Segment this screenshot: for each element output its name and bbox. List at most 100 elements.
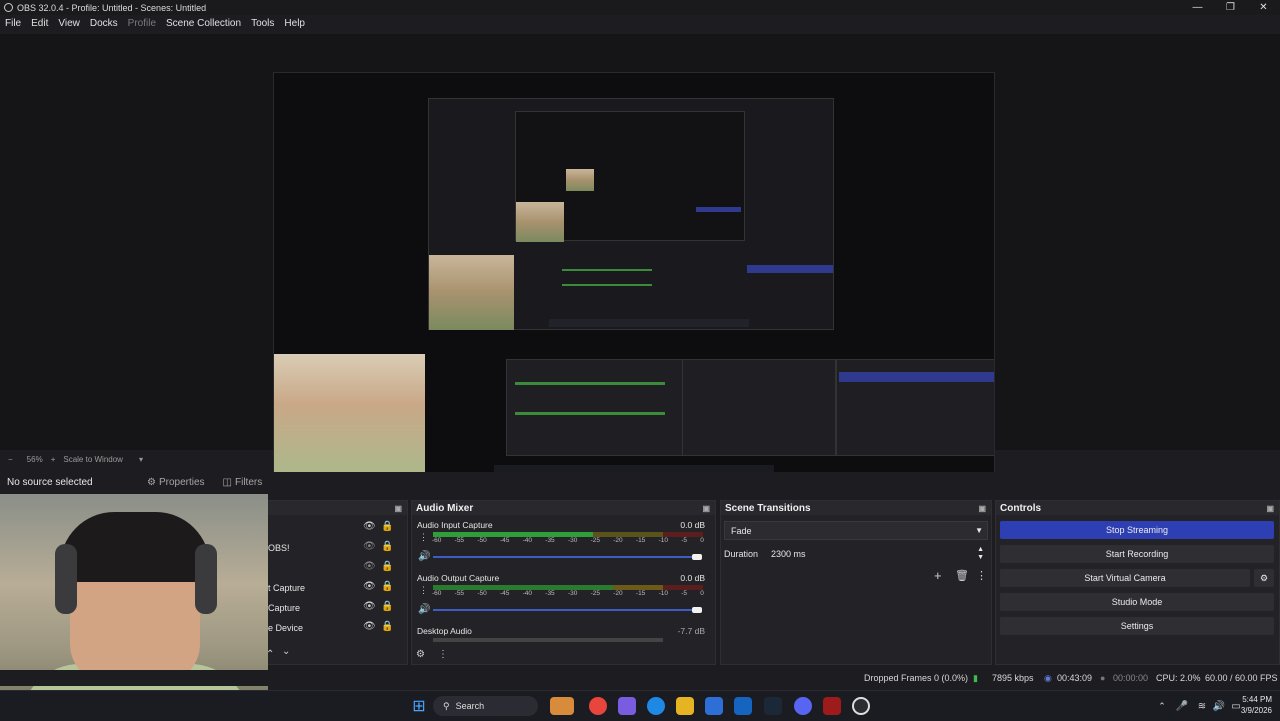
add-transition-icon[interactable]: + (934, 568, 942, 583)
source-item[interactable]: OBS! (268, 543, 290, 553)
undock-icon[interactable]: ▣ (394, 504, 402, 513)
microphone-icon[interactable]: 🎤 (1173, 697, 1191, 715)
tick: -10 (658, 537, 668, 544)
menu-help[interactable]: Help (279, 16, 310, 32)
store-icon[interactable] (705, 697, 723, 715)
taskbar-search[interactable]: ⚲ Search (433, 696, 538, 716)
chevron-up-icon[interactable]: ⌃ (1153, 697, 1171, 715)
volume-icon[interactable]: 🔊 (1210, 697, 1228, 715)
lock-icon[interactable]: 🔒 (381, 521, 393, 532)
nested-webcam-large (274, 354, 425, 479)
menu-tools[interactable]: Tools (246, 16, 279, 32)
lock-icon[interactable]: 🔒 (381, 561, 393, 572)
tick: -45 (499, 590, 510, 597)
channel-name: Desktop Audio (417, 626, 472, 636)
sources-dock-header: ▣ (263, 501, 407, 515)
lock-icon[interactable]: 🔒 (381, 581, 393, 592)
mail-icon[interactable] (734, 697, 752, 715)
channel-menu-icon[interactable]: ⋮ (419, 585, 428, 596)
virtual-camera-settings-icon[interactable]: ⚙ (1254, 569, 1274, 587)
lock-icon[interactable]: 🔒 (381, 621, 393, 632)
scale-mode[interactable]: Scale to Window (63, 455, 123, 464)
transition-value: Fade (731, 525, 752, 536)
menu-view[interactable]: View (53, 16, 85, 32)
zoom-in-button[interactable]: + (51, 455, 56, 464)
tick: -35 (545, 590, 555, 597)
menu-profile[interactable]: Profile (123, 16, 161, 32)
bitrate: 7895 kbps (992, 673, 1034, 683)
nested-controls (836, 359, 994, 456)
source-item[interactable]: Capture (268, 603, 300, 613)
menu-scene-collection[interactable]: Scene Collection (161, 16, 246, 32)
lock-icon[interactable]: 🔒 (381, 541, 393, 552)
source-toolbar: No source selected ⚙ Properties ◫ Filter… (0, 472, 1280, 492)
preview-canvas[interactable] (0, 34, 1280, 480)
start-recording-button[interactable]: Start Recording (1000, 545, 1274, 563)
eye-hidden-icon[interactable]: 👁 (363, 561, 376, 572)
trash-icon[interactable]: 🗑 (955, 569, 969, 582)
copilot-icon[interactable] (618, 697, 636, 715)
mixer-channel-input: Audio Input Capture 0.0 dB (417, 520, 705, 530)
restore-button[interactable]: ❐ (1214, 0, 1247, 15)
nested-audio-mixer (506, 359, 683, 456)
volume-slider[interactable] (433, 609, 697, 611)
tick: -50 (477, 537, 487, 544)
menu-edit[interactable]: Edit (26, 16, 53, 32)
properties-label: Properties (158, 476, 205, 488)
start-virtual-camera-button[interactable]: Start Virtual Camera (1000, 569, 1250, 587)
menu-file[interactable]: File (0, 16, 26, 32)
obs-taskbar-icon[interactable] (852, 697, 870, 715)
chevron-down-icon[interactable]: ⌄ (282, 646, 290, 657)
speaker-icon[interactable]: 🔊 (418, 604, 430, 615)
volume-slider[interactable] (433, 556, 697, 558)
stop-streaming-button[interactable]: Stop Streaming (1000, 521, 1274, 539)
nested-stop-button (696, 207, 741, 212)
eye-hidden-icon[interactable]: 👁 (363, 541, 376, 552)
filters-button[interactable]: ◫ Filters (223, 477, 263, 488)
steam-icon[interactable] (764, 697, 782, 715)
zoom-out-button[interactable]: − (8, 455, 13, 464)
eye-icon[interactable]: 👁 (363, 621, 376, 632)
tick: -35 (545, 537, 555, 544)
eye-icon[interactable]: 👁 (363, 601, 376, 612)
menu-docks[interactable]: Docks (85, 16, 123, 32)
chrome-icon[interactable] (589, 697, 607, 715)
source-item[interactable]: e Device (268, 623, 303, 633)
eye-icon[interactable]: 👁 (363, 521, 376, 532)
tick: -25 (590, 537, 600, 544)
source-item[interactable]: t Capture (268, 583, 305, 593)
file-explorer-icon[interactable] (676, 697, 694, 715)
wifi-icon[interactable]: ≋ (1193, 697, 1211, 715)
settings-button[interactable]: Settings (1000, 617, 1274, 635)
channel-menu-icon[interactable]: ⋮ (419, 532, 428, 543)
discord-icon[interactable] (794, 697, 812, 715)
search-icon: ⚲ (443, 700, 450, 711)
meter-ticks: -60 -55 -50 -45 -40 -35 -30 -25 -20 -15 -10 -5 0 (432, 590, 704, 597)
undock-icon[interactable]: ▣ (978, 504, 986, 513)
edge-icon[interactable] (647, 697, 665, 715)
volume-slider-handle[interactable] (692, 554, 702, 560)
stepper-icon[interactable]: ▲ ▼ (977, 546, 984, 562)
scale-dropdown-icon[interactable]: ▾ (139, 455, 143, 464)
record-icon: ● (1100, 673, 1106, 683)
app-icon[interactable] (823, 697, 841, 715)
record-time: 00:00:00 (1113, 673, 1149, 683)
clock[interactable]: 5:44 PM 3/9/2026 (1228, 694, 1272, 716)
undock-icon[interactable]: ▣ (1266, 504, 1274, 513)
close-button[interactable]: ✕ (1247, 0, 1280, 15)
speaker-icon[interactable]: 🔊 (418, 551, 430, 562)
lock-icon[interactable]: 🔒 (381, 601, 393, 612)
transition-select[interactable]: Fade ▼ (724, 521, 988, 540)
eye-icon[interactable]: 👁 (363, 581, 376, 592)
properties-button[interactable]: ⚙ Properties (147, 477, 205, 488)
mixer-menu-icon[interactable]: ⋮ (438, 649, 448, 660)
duration-input[interactable]: 2300 ms ▲ ▼ (765, 544, 988, 564)
studio-mode-button[interactable]: Studio Mode (1000, 593, 1274, 611)
volume-slider-handle[interactable] (692, 607, 702, 613)
undock-icon[interactable]: ▣ (702, 504, 710, 513)
nested-webcam (429, 255, 514, 330)
mixer-settings-icon[interactable]: ⚙ (416, 649, 425, 660)
windows-start-icon[interactable]: ⊞ (410, 697, 428, 715)
minimize-button[interactable]: — (1181, 0, 1214, 15)
transition-menu-icon[interactable]: ⋮ (976, 569, 987, 582)
